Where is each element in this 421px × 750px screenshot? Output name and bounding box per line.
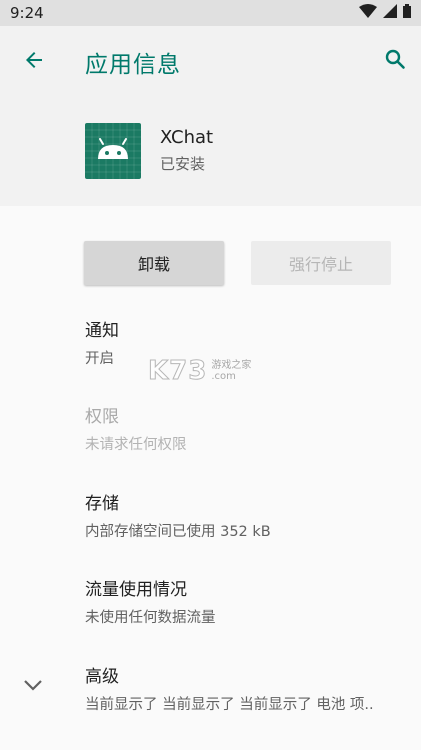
watermark-line1: 游戏之家 (211, 360, 252, 371)
watermark-logo: K73 (147, 356, 208, 387)
status-bar: 9:24 (0, 0, 421, 26)
chevron-down-icon[interactable] (20, 672, 46, 698)
item-subtitle: 当前显示了 当前显示了 当前显示了 电池 项.. (85, 697, 374, 713)
item-title: 存储 (85, 494, 119, 514)
android-robot-icon (85, 123, 141, 179)
app-name: XChat (160, 127, 214, 148)
back-button[interactable] (18, 46, 50, 78)
app-header: XChat 已安装 (0, 96, 421, 206)
storage-item[interactable]: 存储 内部存储空间已使用 352 kB (85, 489, 415, 541)
status-icons (359, 4, 411, 22)
signal-icon (383, 4, 397, 22)
advanced-item[interactable]: 高级 当前显示了 当前显示了 当前显示了 电池 项.. (85, 662, 415, 714)
watermark: K73 游戏之家 .com (147, 356, 251, 387)
item-title: 高级 (85, 667, 119, 687)
watermark-text: 游戏之家 .com (211, 360, 251, 382)
item-subtitle: 未使用任何数据流量 (85, 610, 216, 626)
battery-icon (403, 4, 411, 22)
app-bar: 应用信息 (0, 26, 421, 96)
app-info-content: 卸载 强行停止 通知 开启 权限 未请求任何权限 存储 内部存储空间已使用 35… (0, 206, 421, 750)
item-title: 权限 (85, 407, 119, 427)
data-usage-item[interactable]: 流量使用情况 未使用任何数据流量 (85, 575, 415, 627)
status-time: 9:24 (10, 4, 44, 22)
search-icon (383, 47, 407, 75)
search-button[interactable] (379, 45, 411, 77)
item-subtitle: 未请求任何权限 (85, 437, 187, 453)
uninstall-button[interactable]: 卸载 (84, 241, 224, 285)
permissions-item[interactable]: 权限 未请求任何权限 (85, 402, 415, 454)
wifi-icon (359, 4, 377, 22)
arrow-back-icon (22, 48, 46, 76)
app-install-status: 已安装 (160, 155, 206, 173)
force-stop-button[interactable]: 强行停止 (251, 241, 391, 285)
item-title: 通知 (85, 321, 119, 341)
item-subtitle: 内部存储空间已使用 352 kB (85, 524, 271, 540)
item-title: 流量使用情况 (85, 580, 187, 600)
watermark-line2: .com (211, 371, 236, 382)
page-title: 应用信息 (85, 52, 181, 78)
